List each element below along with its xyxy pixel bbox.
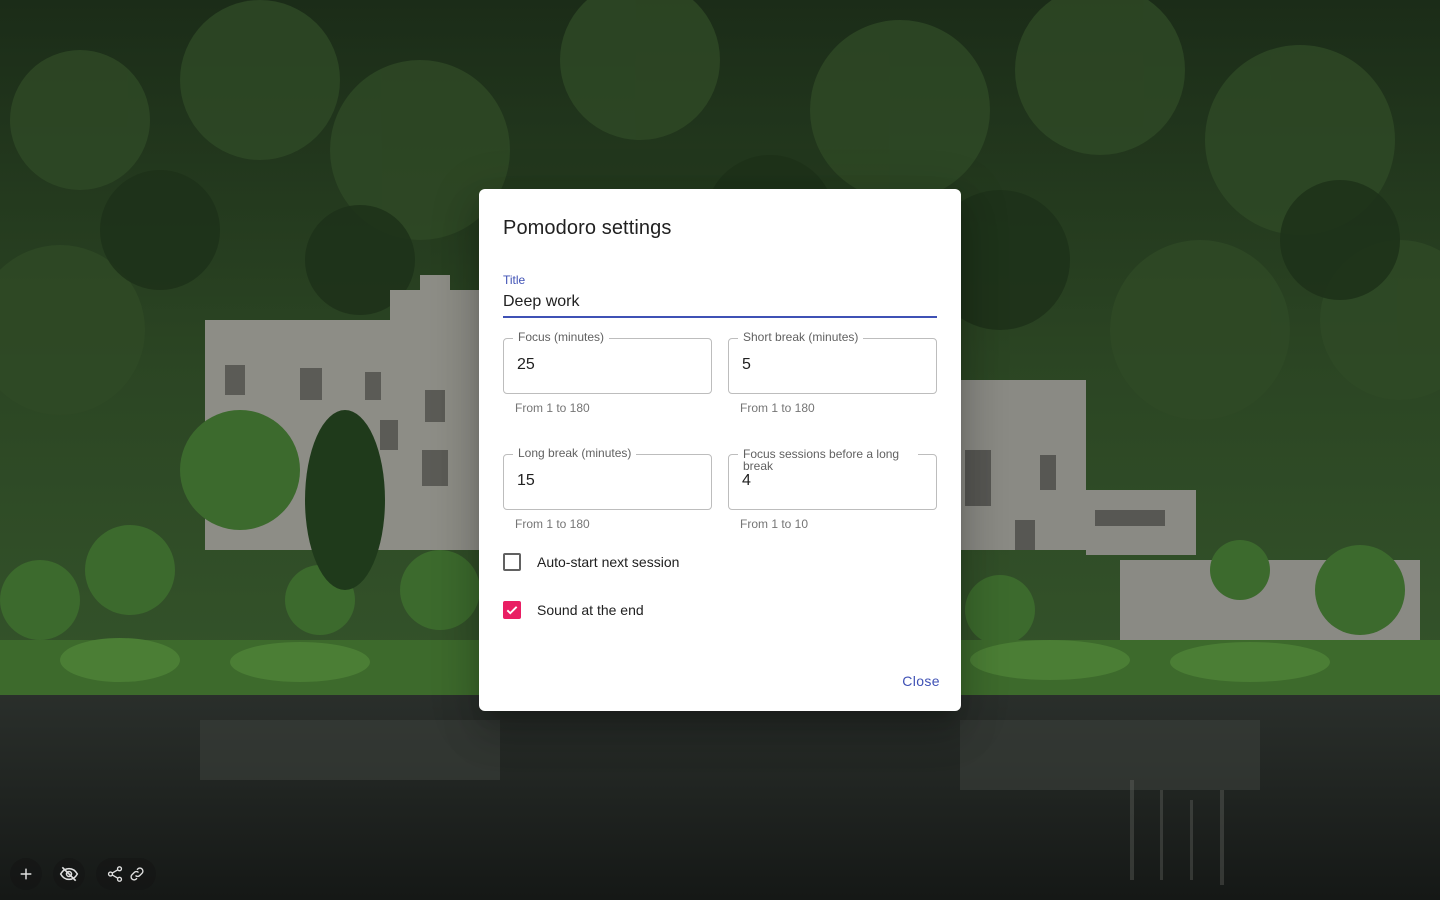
long-break-helper: From 1 to 180 xyxy=(515,517,590,531)
short-break-input[interactable] xyxy=(742,356,922,374)
pomodoro-settings-dialog: Pomodoro settings Title Focus (minutes) … xyxy=(479,189,961,711)
link-icon xyxy=(130,867,144,881)
plus-icon xyxy=(20,868,32,880)
dialog-title: Pomodoro settings xyxy=(503,217,672,239)
hide-button[interactable] xyxy=(53,858,85,890)
title-underline xyxy=(503,316,937,318)
sessions-before-long-break-field[interactable]: Focus sessions before a long break xyxy=(728,448,937,510)
sessions-input[interactable] xyxy=(742,472,922,490)
share-icon xyxy=(107,866,123,882)
focus-minutes-helper: From 1 to 180 xyxy=(515,401,590,415)
title-field[interactable]: Title xyxy=(503,271,937,318)
auto-start-option[interactable]: Auto-start next session xyxy=(503,552,679,572)
share-link-button[interactable] xyxy=(96,858,156,890)
focus-minutes-input[interactable] xyxy=(517,356,697,374)
add-button[interactable] xyxy=(10,858,42,890)
focus-minutes-field[interactable]: Focus (minutes) xyxy=(503,330,712,394)
focus-minutes-label: Focus (minutes) xyxy=(513,330,610,345)
short-break-label: Short break (minutes) xyxy=(738,330,864,345)
short-break-helper: From 1 to 180 xyxy=(740,401,815,415)
eye-off-icon xyxy=(59,866,79,882)
auto-start-checkbox[interactable] xyxy=(503,553,521,571)
sound-label: Sound at the end xyxy=(537,602,644,618)
sound-option[interactable]: Sound at the end xyxy=(503,600,644,620)
sessions-helper: From 1 to 10 xyxy=(740,517,809,531)
auto-start-label: Auto-start next session xyxy=(537,554,680,570)
long-break-input[interactable] xyxy=(517,472,697,490)
long-break-label: Long break (minutes) xyxy=(513,446,637,461)
close-button[interactable]: Close xyxy=(893,663,949,699)
sound-checkbox[interactable] xyxy=(503,601,521,619)
long-break-field[interactable]: Long break (minutes) xyxy=(503,446,712,510)
checkmark-icon xyxy=(506,606,518,615)
sessions-label: Focus sessions before a long break xyxy=(738,448,918,472)
title-input[interactable] xyxy=(503,293,937,311)
short-break-field[interactable]: Short break (minutes) xyxy=(728,330,937,394)
title-field-label: Title xyxy=(503,273,526,287)
